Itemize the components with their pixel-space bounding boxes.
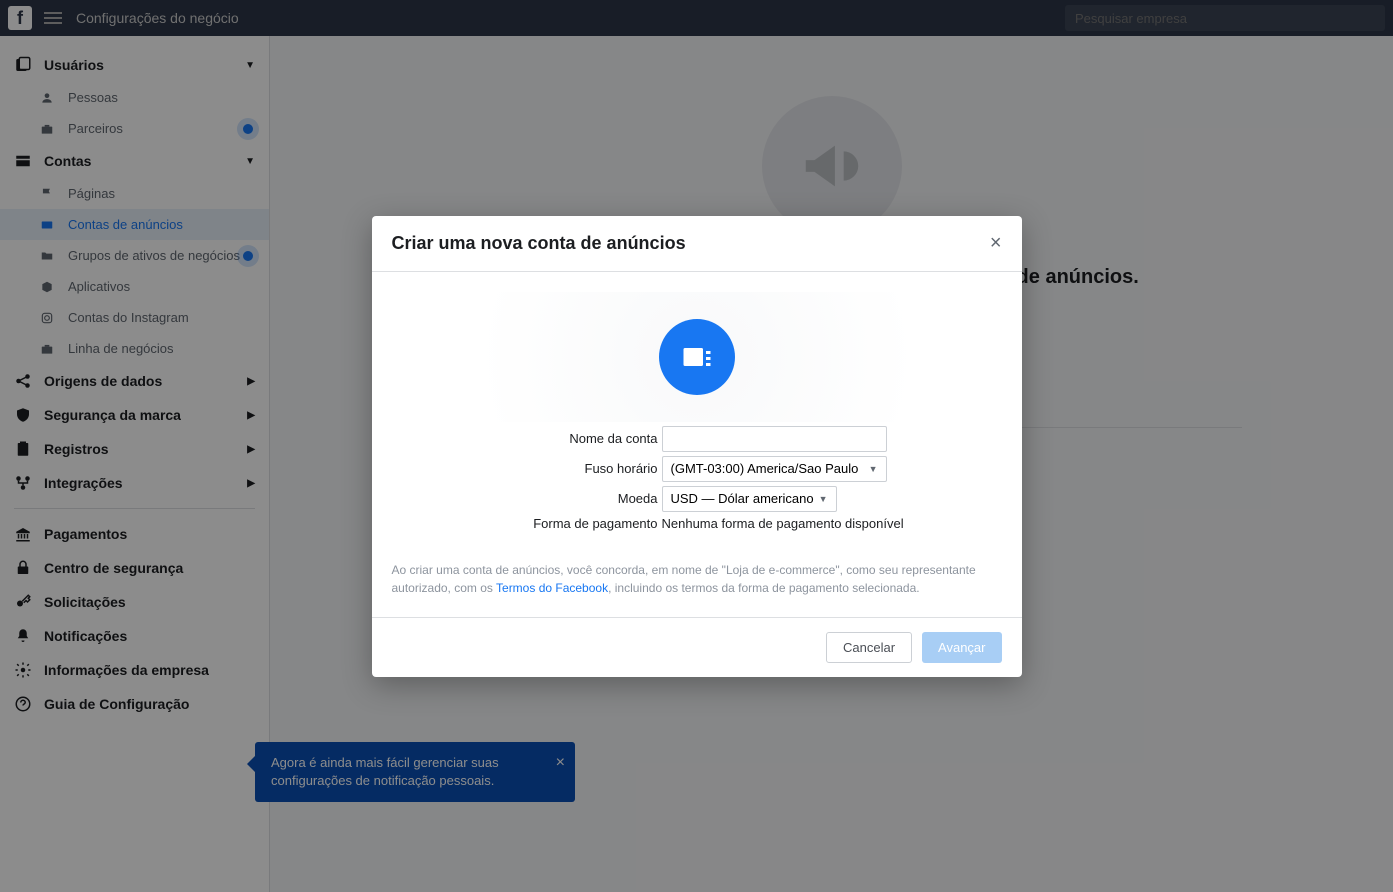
modal-header: Criar uma nova conta de anúncios × [372,216,1022,272]
account-name-label: Nome da conta [392,431,662,446]
create-ad-account-modal: Criar uma nova conta de anúncios × Nome … [372,216,1022,677]
currency-label: Moeda [392,491,662,506]
timezone-label: Fuso horário [392,461,662,476]
next-button[interactable]: Avançar [922,632,1001,663]
timezone-value: (GMT-03:00) America/Sao Paulo [671,461,859,476]
payment-label: Forma de pagamento [392,516,662,531]
modal-graphic [392,292,1002,422]
cancel-button[interactable]: Cancelar [826,632,912,663]
modal-title: Criar uma nova conta de anúncios [392,233,686,254]
payment-value: Nenhuma forma de pagamento disponível [662,516,904,531]
account-name-input[interactable] [662,426,887,452]
timezone-select[interactable]: (GMT-03:00) America/Sao Paulo ▼ [662,456,887,482]
modal-footer: Cancelar Avançar [372,617,1022,677]
disclaimer: Ao criar uma conta de anúncios, você con… [392,561,1002,597]
chevron-down-icon: ▼ [869,464,878,474]
currency-value: USD — Dólar americano [671,491,814,506]
close-icon[interactable]: × [990,232,1002,255]
chevron-down-icon: ▼ [819,494,828,504]
terms-link[interactable]: Termos do Facebook [496,581,608,595]
currency-select[interactable]: USD — Dólar americano ▼ [662,486,837,512]
modal-body: Nome da conta Fuso horário (GMT-03:00) A… [372,272,1022,617]
ad-account-icon [659,319,735,395]
modal-overlay: Criar uma nova conta de anúncios × Nome … [0,0,1393,892]
